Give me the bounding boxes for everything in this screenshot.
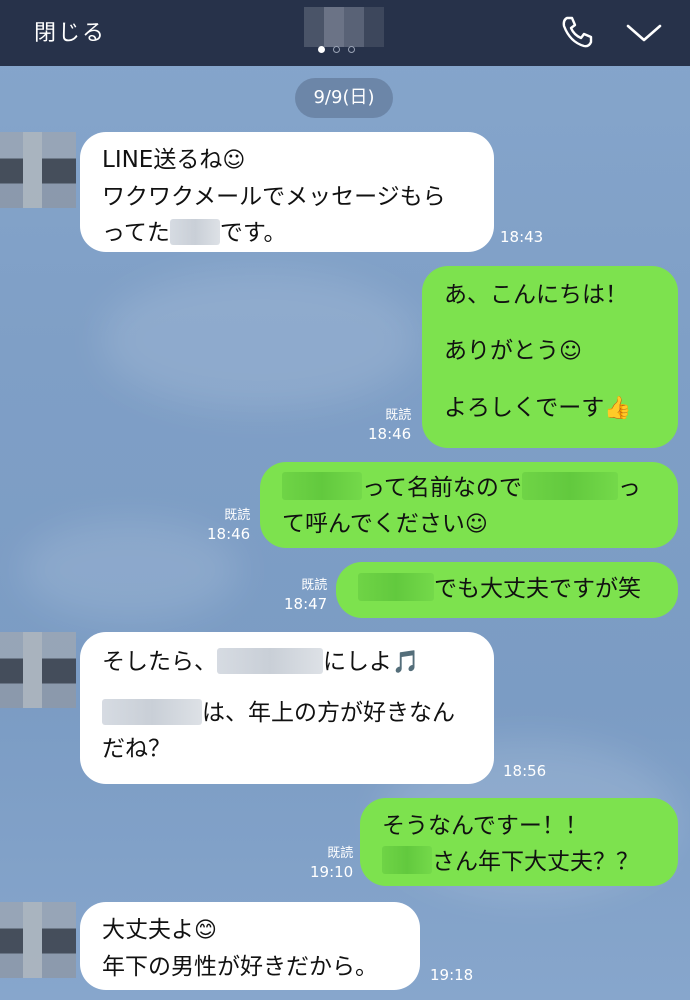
- smiling-face-emoji-icon: 😊: [194, 918, 217, 943]
- redacted-name: [382, 846, 432, 874]
- message-text: ワクワクメールでメッセージもら: [102, 184, 446, 210]
- timestamp: 19:10: [310, 863, 354, 881]
- redacted-name: [282, 472, 362, 500]
- music-note-emoji-icon: 🎵: [392, 650, 420, 675]
- message-text: って名前なので: [362, 475, 522, 501]
- phone-icon[interactable]: [558, 14, 596, 50]
- date-separator: 9/9(日): [295, 78, 393, 118]
- message-text: っ: [617, 475, 641, 501]
- message-text: て呼んでください: [282, 511, 465, 537]
- read-receipt: 既読: [327, 846, 354, 861]
- read-receipt: 既読: [385, 408, 412, 423]
- sender-avatar-blurred[interactable]: [0, 132, 76, 208]
- message-text: です。: [219, 220, 287, 246]
- timestamp: 18:46: [368, 425, 412, 443]
- redacted-name: [217, 648, 323, 674]
- background-cloud: [100, 270, 420, 410]
- page-indicator: [318, 46, 372, 56]
- sender-avatar-blurred[interactable]: [0, 632, 76, 708]
- message-bubble-incoming[interactable]: LINE送るね☺ ワクワクメールでメッセージもら ってた です。: [80, 132, 494, 252]
- page-dot: [333, 46, 340, 53]
- message-text: でも大丈夫ですが笑: [434, 576, 641, 602]
- message-meta: 既読 18:47: [284, 576, 327, 614]
- message-text: LINE送るね: [102, 147, 223, 173]
- message-bubble-incoming[interactable]: そしたら、 にしよ🎵 は、年上の方が好きなん だね？: [80, 632, 494, 784]
- chat-header: 閉じる: [0, 0, 690, 66]
- redacted-name: [169, 219, 220, 245]
- timestamp: 18:46: [207, 525, 251, 543]
- message-meta: 既読 18:46: [207, 506, 250, 544]
- redacted-name: [521, 472, 618, 500]
- message-text: 大丈夫よ: [102, 917, 194, 943]
- message-text: ありがとう: [444, 338, 559, 364]
- timestamp: 18:56: [503, 762, 547, 780]
- smile-emoji-icon: ☺: [222, 148, 246, 173]
- close-button[interactable]: 閉じる: [34, 15, 106, 47]
- message-meta: 18:56: [503, 762, 546, 781]
- message-bubble-outgoing[interactable]: でも大丈夫ですが笑: [336, 562, 678, 618]
- message-text: あ、こんにちは！: [444, 282, 628, 308]
- page-dot: [348, 46, 355, 53]
- message-text: ってた: [102, 220, 170, 246]
- chevron-down-icon[interactable]: [624, 18, 664, 46]
- message-meta: 既読 19:10: [310, 844, 353, 882]
- message-text: さん年下大丈夫？？: [432, 849, 639, 875]
- message-text: は、年上の方が好きなん: [202, 700, 455, 726]
- message-text: にしよ: [323, 649, 392, 675]
- message-bubble-outgoing[interactable]: って名前なので っ て呼んでください☺: [260, 462, 678, 548]
- message-meta: 18:43: [500, 228, 543, 247]
- sender-avatar-blurred[interactable]: [0, 902, 76, 978]
- message-text: 年下の男性が好きだから。: [102, 954, 378, 980]
- smile-emoji-icon: ☺: [464, 512, 488, 537]
- timestamp: 19:18: [430, 966, 474, 984]
- contact-avatar-blurred[interactable]: [304, 7, 384, 47]
- thumbs-up-emoji-icon: 👍: [604, 396, 632, 421]
- redacted-name: [358, 573, 434, 601]
- timestamp: 18:47: [284, 595, 328, 613]
- read-receipt: 既読: [301, 578, 328, 593]
- redacted-name: [102, 699, 202, 725]
- message-meta: 既読 18:46: [368, 406, 411, 444]
- message-bubble-outgoing[interactable]: あ、こんにちは！ ありがとう☺ よろしくでーす👍: [422, 266, 678, 448]
- message-text: そしたら、: [102, 649, 217, 675]
- message-text: だね？: [102, 736, 171, 762]
- read-receipt: 既読: [224, 508, 251, 523]
- timestamp: 18:43: [500, 228, 544, 246]
- page-dot-active: [318, 46, 325, 53]
- message-bubble-outgoing[interactable]: そうなんですー！！ さん年下大丈夫？？: [360, 798, 678, 886]
- smile-emoji-icon: ☺: [559, 339, 582, 364]
- message-text: そうなんですー！！: [382, 813, 588, 839]
- message-meta: 19:18: [430, 966, 473, 985]
- message-text: よろしくでーす: [444, 395, 605, 421]
- message-bubble-incoming[interactable]: 大丈夫よ😊 年下の男性が好きだから。: [80, 902, 420, 990]
